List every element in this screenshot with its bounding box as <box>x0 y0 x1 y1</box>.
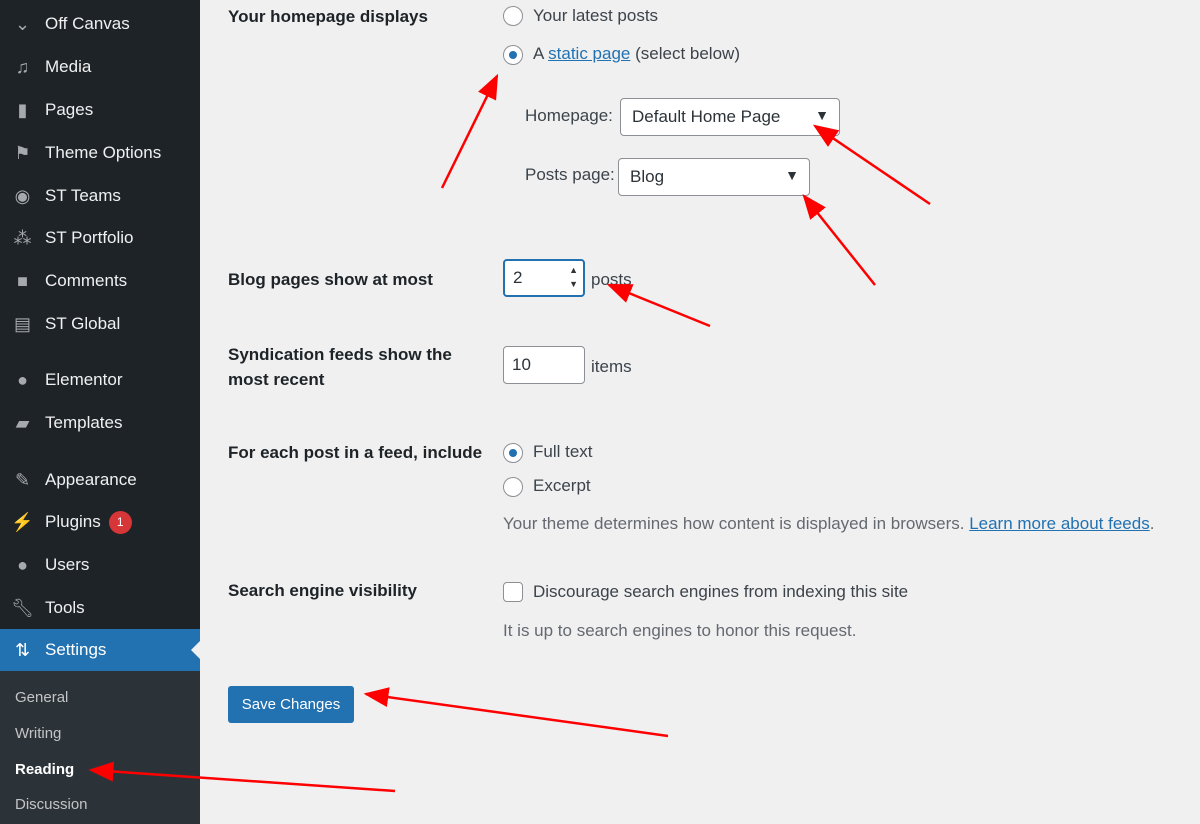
arrow-annotation <box>802 194 876 286</box>
arrow-annotation <box>440 73 499 189</box>
annotation-arrows <box>88 73 931 793</box>
arrow-annotation <box>363 687 669 738</box>
arrow-annotation <box>812 124 931 206</box>
arrow-annotation <box>88 761 396 793</box>
arrow-annotation <box>606 283 711 328</box>
